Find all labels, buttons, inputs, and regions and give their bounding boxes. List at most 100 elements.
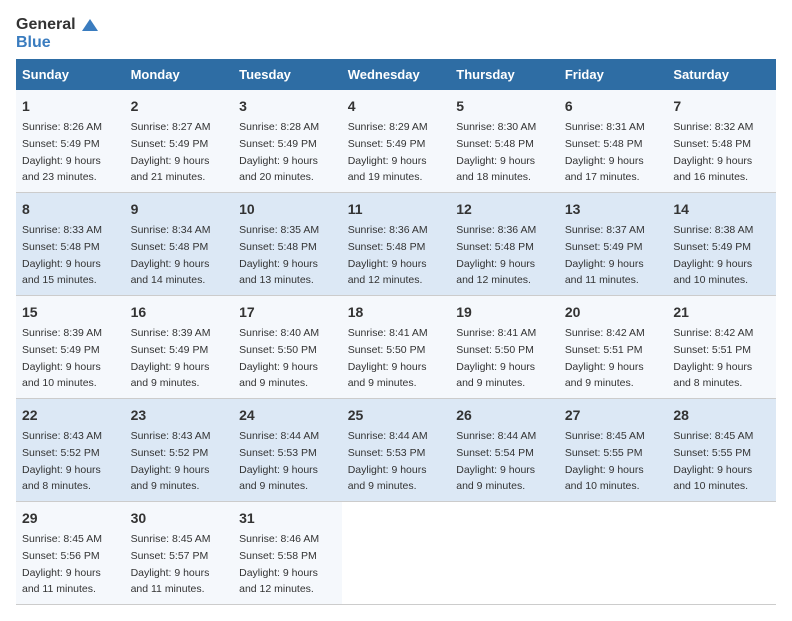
day-cell: 24Sunrise: 8:44 AMSunset: 5:53 PMDayligh… [233, 399, 342, 502]
day-info: Sunrise: 8:28 AMSunset: 5:49 PMDaylight:… [239, 121, 319, 183]
calendar-table: SundayMondayTuesdayWednesdayThursdayFrid… [16, 59, 776, 605]
week-row-4: 22 Sunrise: 8:43 AMSunset: 5:52 PMDayligh… [16, 399, 776, 502]
day-cell: 20 Sunrise: 8:42 AMSunset: 5:51 PMDayligh… [559, 296, 668, 399]
day-cell: 18Sunrise: 8:41 AMSunset: 5:50 PMDayligh… [342, 296, 451, 399]
day-number: 2 [131, 96, 228, 117]
day-cell: 7Sunrise: 8:32 AMSunset: 5:48 PMDaylight… [667, 90, 776, 193]
day-cell: 11 Sunrise: 8:36 AMSunset: 5:48 PMDayligh… [342, 193, 451, 296]
day-cell: 21Sunrise: 8:42 AMSunset: 5:51 PMDayligh… [667, 296, 776, 399]
day-info: Sunrise: 8:31 AMSunset: 5:48 PMDaylight:… [565, 121, 645, 183]
day-info: Sunrise: 8:41 AMSunset: 5:50 PMDaylight:… [456, 327, 536, 389]
day-cell: 5 Sunrise: 8:30 AMSunset: 5:48 PMDaylight… [450, 90, 559, 193]
day-number: 17 [239, 302, 336, 323]
day-number: 9 [131, 199, 228, 220]
day-info: Sunrise: 8:45 AMSunset: 5:55 PMDaylight:… [565, 430, 645, 492]
header: General Blue [16, 16, 776, 51]
day-info: Sunrise: 8:44 AMSunset: 5:53 PMDaylight:… [348, 430, 428, 492]
day-cell: 1Sunrise: 8:26 AMSunset: 5:49 PMDaylight… [16, 90, 125, 193]
day-info: Sunrise: 8:45 AMSunset: 5:56 PMDaylight:… [22, 533, 102, 595]
day-cell: 25 Sunrise: 8:44 AMSunset: 5:53 PMDayligh… [342, 399, 451, 502]
day-cell: 13 Sunrise: 8:37 AMSunset: 5:49 PMDayligh… [559, 193, 668, 296]
day-info: Sunrise: 8:44 AMSunset: 5:53 PMDaylight:… [239, 430, 319, 492]
day-number: 30 [131, 508, 228, 529]
day-info: Sunrise: 8:27 AMSunset: 5:49 PMDaylight:… [131, 121, 211, 183]
day-cell: 12 Sunrise: 8:36 AMSunset: 5:48 PMDayligh… [450, 193, 559, 296]
week-row-3: 15Sunrise: 8:39 AMSunset: 5:49 PMDayligh… [16, 296, 776, 399]
day-info: Sunrise: 8:39 AMSunset: 5:49 PMDaylight:… [22, 327, 102, 389]
day-cell: 2 Sunrise: 8:27 AMSunset: 5:49 PMDaylight… [125, 90, 234, 193]
day-cell: 30 Sunrise: 8:45 AMSunset: 5:57 PMDayligh… [125, 502, 234, 605]
day-info: Sunrise: 8:37 AMSunset: 5:49 PMDaylight:… [565, 224, 645, 286]
day-number: 6 [565, 96, 662, 117]
day-info: Sunrise: 8:42 AMSunset: 5:51 PMDaylight:… [565, 327, 645, 389]
day-info: Sunrise: 8:46 AMSunset: 5:58 PMDaylight:… [239, 533, 319, 595]
day-cell: 28 Sunrise: 8:45 AMSunset: 5:55 PMDayligh… [667, 399, 776, 502]
day-number: 28 [673, 405, 770, 426]
day-cell: 15Sunrise: 8:39 AMSunset: 5:49 PMDayligh… [16, 296, 125, 399]
week-row-1: 1Sunrise: 8:26 AMSunset: 5:49 PMDaylight… [16, 90, 776, 193]
day-number: 12 [456, 199, 553, 220]
day-number: 22 [22, 405, 119, 426]
day-number: 25 [348, 405, 445, 426]
day-cell: 4 Sunrise: 8:29 AMSunset: 5:49 PMDaylight… [342, 90, 451, 193]
day-cell: 19 Sunrise: 8:41 AMSunset: 5:50 PMDayligh… [450, 296, 559, 399]
day-number: 10 [239, 199, 336, 220]
day-number: 23 [131, 405, 228, 426]
day-cell: 6 Sunrise: 8:31 AMSunset: 5:48 PMDaylight… [559, 90, 668, 193]
day-number: 20 [565, 302, 662, 323]
day-info: Sunrise: 8:36 AMSunset: 5:48 PMDaylight:… [456, 224, 536, 286]
week-row-2: 8 Sunrise: 8:33 AMSunset: 5:48 PMDaylight… [16, 193, 776, 296]
day-info: Sunrise: 8:34 AMSunset: 5:48 PMDaylight:… [131, 224, 211, 286]
day-info: Sunrise: 8:43 AMSunset: 5:52 PMDaylight:… [22, 430, 102, 492]
day-number: 19 [456, 302, 553, 323]
day-info: Sunrise: 8:36 AMSunset: 5:48 PMDaylight:… [348, 224, 428, 286]
col-header-wednesday: Wednesday [342, 59, 451, 90]
day-cell [667, 502, 776, 605]
day-number: 8 [22, 199, 119, 220]
day-cell: 29 Sunrise: 8:45 AMSunset: 5:56 PMDayligh… [16, 502, 125, 605]
day-cell: 17 Sunrise: 8:40 AMSunset: 5:50 PMDayligh… [233, 296, 342, 399]
day-number: 13 [565, 199, 662, 220]
logo-blue: Blue [16, 34, 98, 52]
day-info: Sunrise: 8:42 AMSunset: 5:51 PMDaylight:… [673, 327, 753, 389]
day-number: 14 [673, 199, 770, 220]
day-cell: 23Sunrise: 8:43 AMSunset: 5:52 PMDayligh… [125, 399, 234, 502]
col-header-tuesday: Tuesday [233, 59, 342, 90]
day-info: Sunrise: 8:33 AMSunset: 5:48 PMDaylight:… [22, 224, 102, 286]
logo: General Blue [16, 16, 98, 51]
day-info: Sunrise: 8:32 AMSunset: 5:48 PMDaylight:… [673, 121, 753, 183]
day-cell: 26 Sunrise: 8:44 AMSunset: 5:54 PMDayligh… [450, 399, 559, 502]
day-cell: 22 Sunrise: 8:43 AMSunset: 5:52 PMDayligh… [16, 399, 125, 502]
logo-text: General Blue [16, 16, 98, 51]
day-info: Sunrise: 8:41 AMSunset: 5:50 PMDaylight:… [348, 327, 428, 389]
logo-general: General [16, 16, 98, 34]
day-cell [559, 502, 668, 605]
day-number: 3 [239, 96, 336, 117]
day-number: 5 [456, 96, 553, 117]
day-cell [342, 502, 451, 605]
day-info: Sunrise: 8:39 AMSunset: 5:49 PMDaylight:… [131, 327, 211, 389]
day-info: Sunrise: 8:29 AMSunset: 5:49 PMDaylight:… [348, 121, 428, 183]
day-number: 26 [456, 405, 553, 426]
day-cell: 10Sunrise: 8:35 AMSunset: 5:48 PMDayligh… [233, 193, 342, 296]
day-number: 11 [348, 199, 445, 220]
col-header-monday: Monday [125, 59, 234, 90]
day-cell: 16 Sunrise: 8:39 AMSunset: 5:49 PMDayligh… [125, 296, 234, 399]
day-cell [450, 502, 559, 605]
day-number: 4 [348, 96, 445, 117]
day-info: Sunrise: 8:30 AMSunset: 5:48 PMDaylight:… [456, 121, 536, 183]
day-cell: 27Sunrise: 8:45 AMSunset: 5:55 PMDayligh… [559, 399, 668, 502]
day-number: 31 [239, 508, 336, 529]
col-header-sunday: Sunday [16, 59, 125, 90]
day-number: 16 [131, 302, 228, 323]
day-cell: 8 Sunrise: 8:33 AMSunset: 5:48 PMDaylight… [16, 193, 125, 296]
day-info: Sunrise: 8:45 AMSunset: 5:57 PMDaylight:… [131, 533, 211, 595]
day-number: 29 [22, 508, 119, 529]
day-info: Sunrise: 8:40 AMSunset: 5:50 PMDaylight:… [239, 327, 319, 389]
col-header-thursday: Thursday [450, 59, 559, 90]
day-cell: 9 Sunrise: 8:34 AMSunset: 5:48 PMDaylight… [125, 193, 234, 296]
day-info: Sunrise: 8:45 AMSunset: 5:55 PMDaylight:… [673, 430, 753, 492]
day-cell: 14 Sunrise: 8:38 AMSunset: 5:49 PMDayligh… [667, 193, 776, 296]
day-info: Sunrise: 8:38 AMSunset: 5:49 PMDaylight:… [673, 224, 753, 286]
day-info: Sunrise: 8:44 AMSunset: 5:54 PMDaylight:… [456, 430, 536, 492]
